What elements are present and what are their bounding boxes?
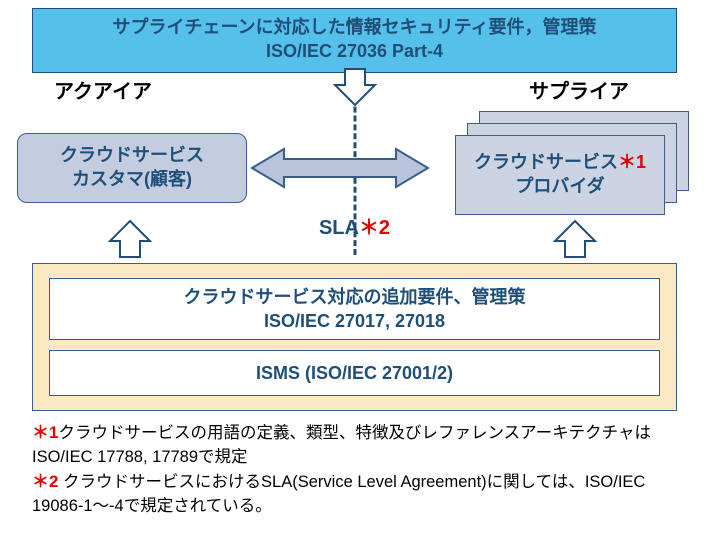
- asterisk-1: ＊1: [618, 152, 646, 172]
- footnote-1: ＊1クラウドサービスの用語の定義、類型、特徴及びレファレンスアーキテクチャはIS…: [32, 421, 677, 470]
- cloud-service-customer-box: クラウドサービス カスタマ(顧客): [17, 133, 247, 203]
- isms-box: ISMS (ISO/IEC 27001/2): [49, 350, 660, 396]
- cloud-service-provider-box: クラウドサービス＊1 プロバイダ: [455, 135, 665, 215]
- bottom-wrap: クラウドサービス対応の追加要件、管理策 ISO/IEC 27017, 27018…: [32, 263, 677, 412]
- top-line2: ISO/IEC 27036 Part-4: [43, 39, 666, 63]
- footnote-1-marker: ＊1: [32, 423, 58, 442]
- footnote-1-text: クラウドサービスの用語の定義、類型、特徴及びレファレンスアーキテクチャはISO/…: [32, 424, 651, 466]
- sla-label: SLA＊2: [319, 211, 390, 240]
- provider-line1: クラウドサービス＊1: [474, 151, 646, 174]
- footnotes: ＊1クラウドサービスの用語の定義、類型、特徴及びレファレンスアーキテクチャはIS…: [32, 421, 677, 519]
- cloud-additional-requirements-box: クラウドサービス対応の追加要件、管理策 ISO/IEC 27017, 27018: [49, 278, 660, 341]
- top-line1: サプライチェーンに対応した情報セキュリティ要件，管理策: [43, 15, 666, 39]
- supply-chain-requirements-box: サプライチェーンに対応した情報セキュリティ要件，管理策 ISO/IEC 2703…: [32, 8, 677, 73]
- up-arrow-right-icon: [553, 219, 597, 259]
- footnote-2-marker: ＊2: [32, 472, 58, 491]
- up-arrow-left-icon: [108, 219, 152, 259]
- bidirectional-arrow-icon: [250, 145, 430, 191]
- provider-line1-text: クラウドサービス: [474, 152, 618, 172]
- acquirer-label: アクアイア: [54, 75, 152, 104]
- standards-panel: クラウドサービス対応の追加要件、管理策 ISO/IEC 27017, 27018…: [32, 263, 677, 412]
- box1-line2: ISO/IEC 27017, 27018: [58, 309, 651, 333]
- provider-line2: プロバイダ: [515, 175, 604, 198]
- customer-line1: クラウドサービス: [18, 144, 246, 167]
- box1-line1: クラウドサービス対応の追加要件、管理策: [58, 285, 651, 309]
- sla-text: SLA: [319, 217, 359, 239]
- down-arrow-icon: [333, 67, 377, 107]
- footnote-2-text: クラウドサービスにおけるSLA(Service Level Agreement)…: [32, 473, 645, 515]
- asterisk-2: ＊2: [359, 217, 390, 239]
- cloud-service-provider-stack: クラウドサービス＊1 プロバイダ: [449, 111, 689, 217]
- footnote-2: ＊2 クラウドサービスにおけるSLA(Service Level Agreeme…: [32, 470, 677, 519]
- customer-line2: カスタマ(顧客): [18, 168, 246, 191]
- supplier-label: サプライア: [529, 75, 629, 104]
- box2-text: ISMS (ISO/IEC 27001/2): [256, 363, 453, 383]
